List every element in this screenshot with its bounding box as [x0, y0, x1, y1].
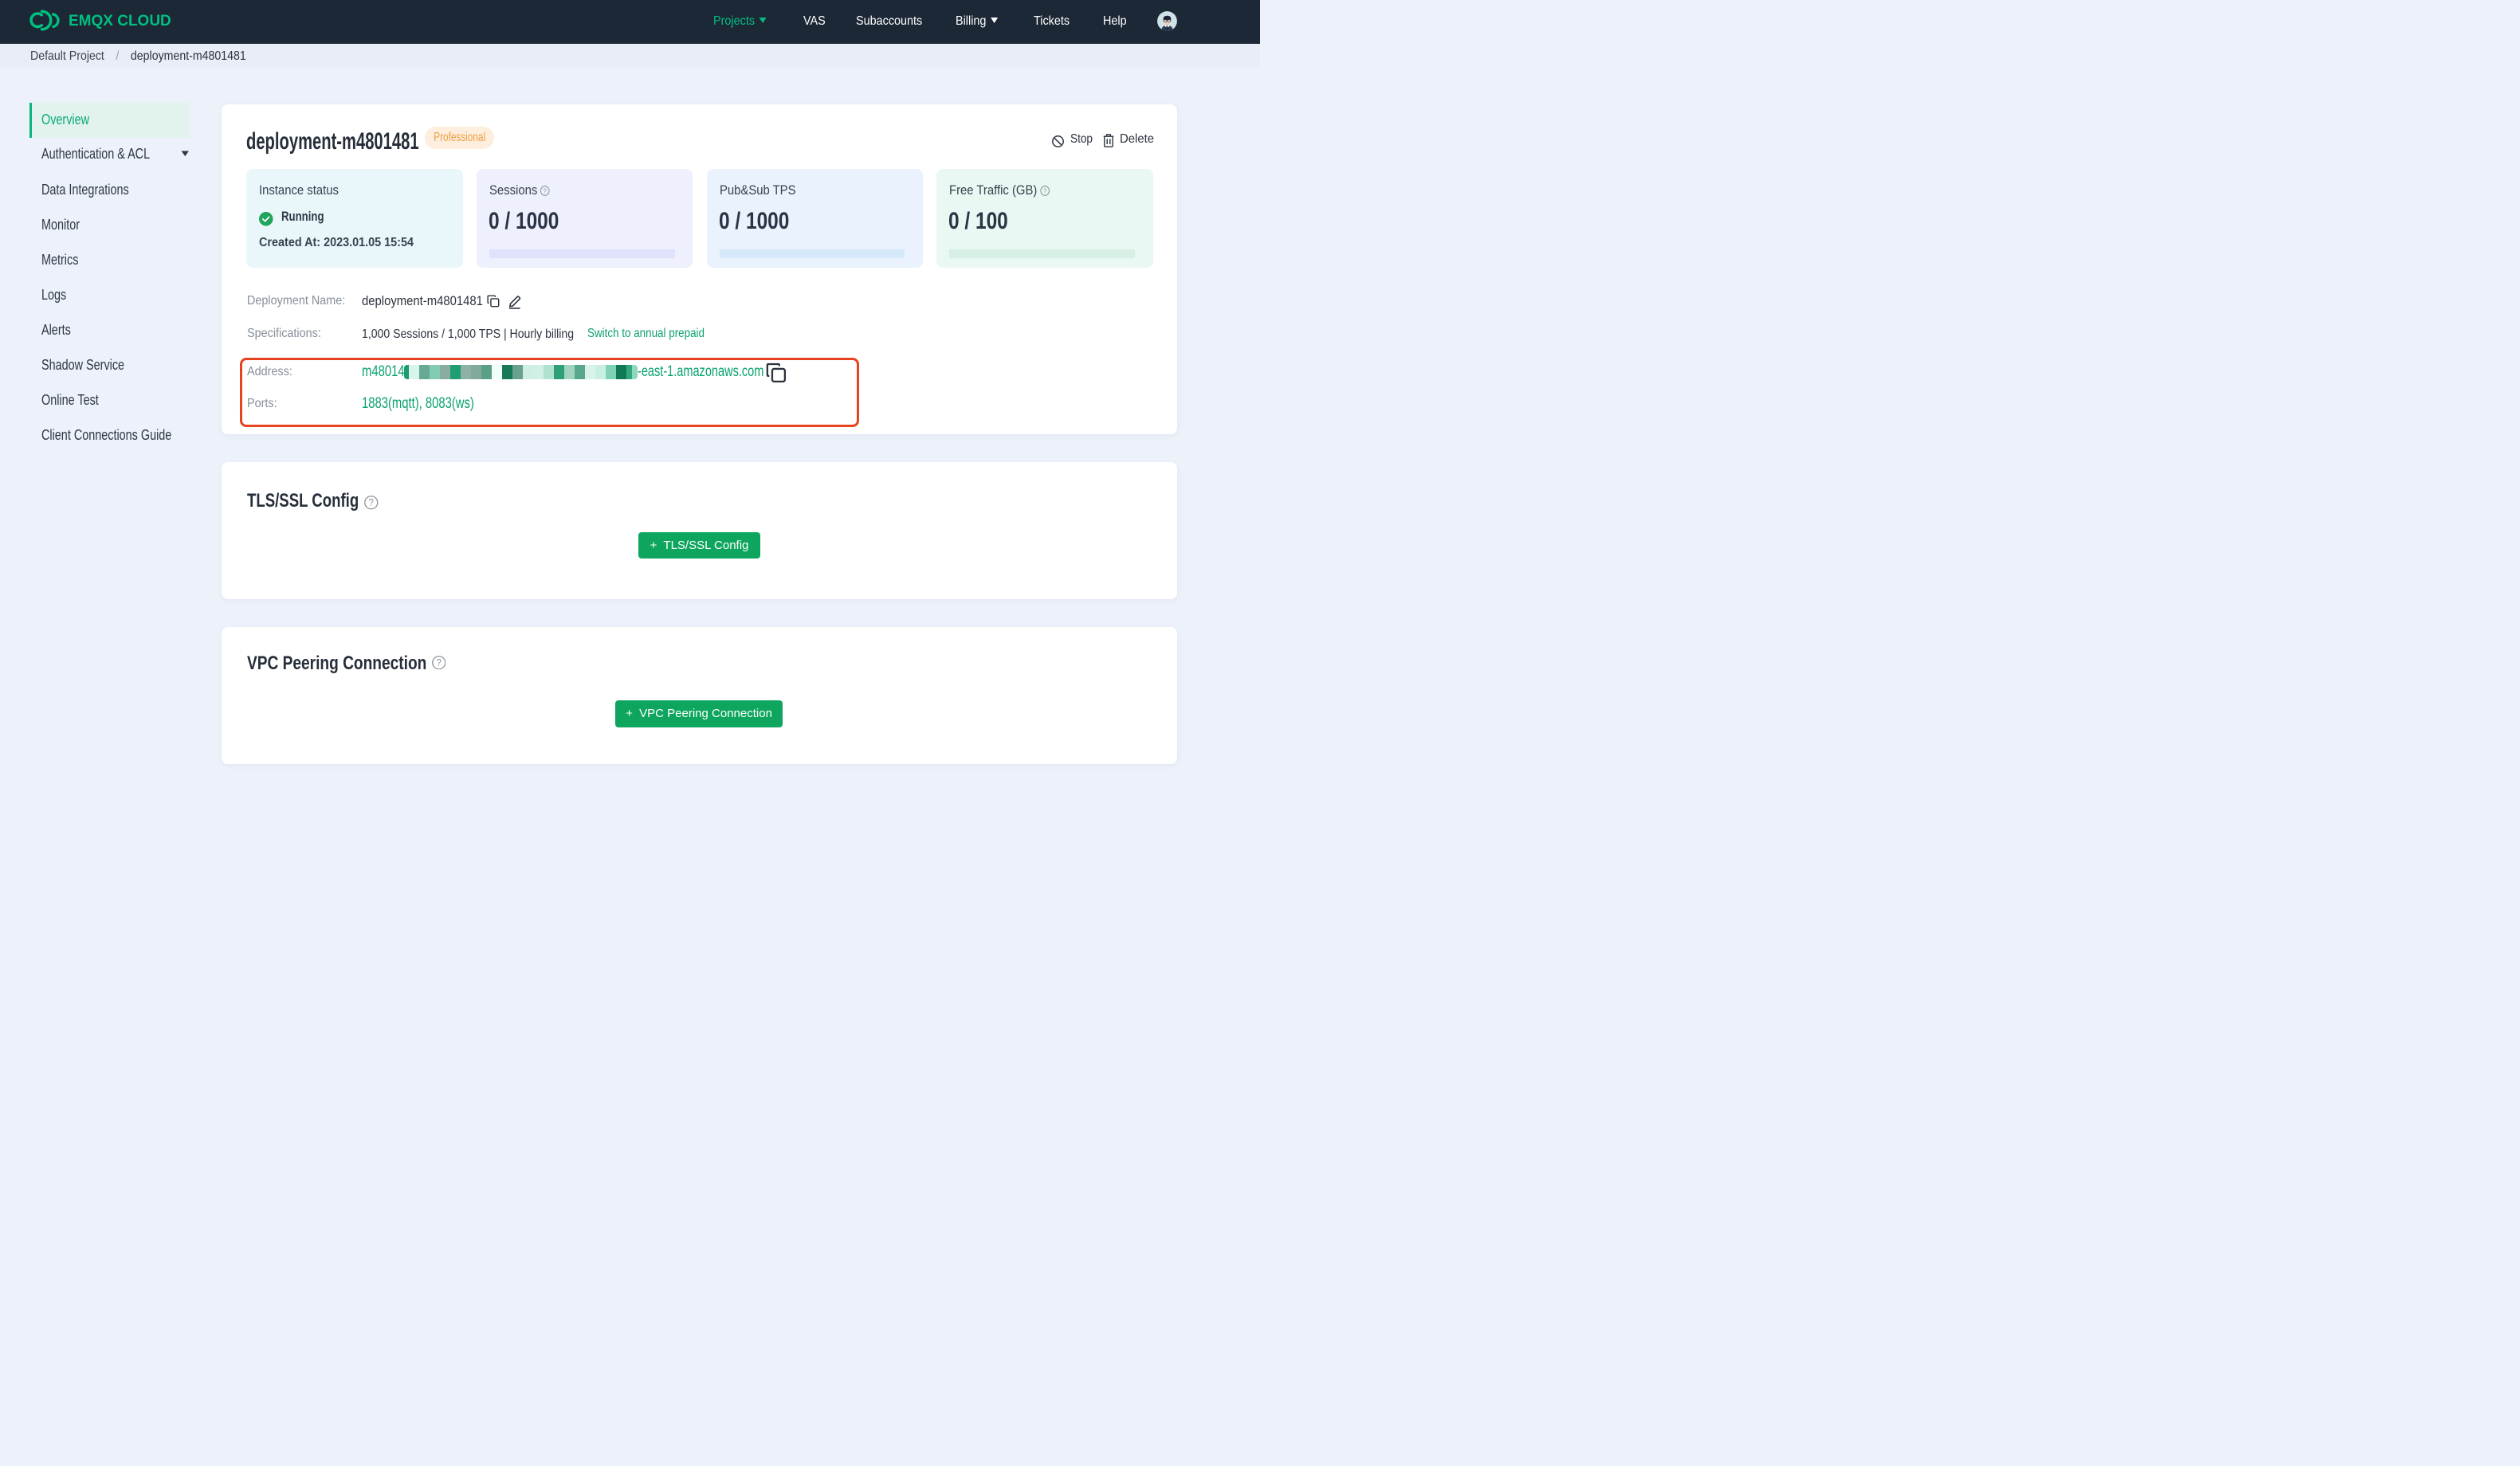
svg-text:?: ?	[369, 499, 374, 508]
svg-text:?: ?	[436, 658, 441, 668]
svg-text:?: ?	[1043, 187, 1047, 194]
svg-text:?: ?	[544, 187, 548, 194]
